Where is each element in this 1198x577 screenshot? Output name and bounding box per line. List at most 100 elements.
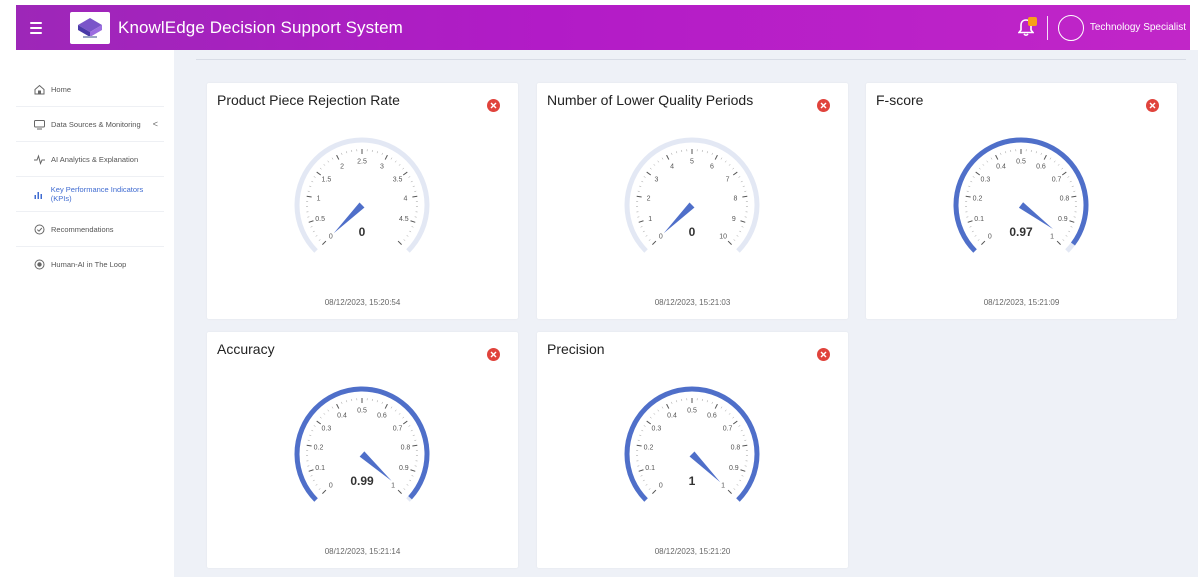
gauge-minor-tick — [1053, 160, 1056, 163]
gauge-minor-tick — [318, 239, 321, 241]
gauge-minor-tick — [724, 409, 727, 412]
gauge-minor-tick — [733, 239, 736, 241]
gauge-minor-tick — [978, 167, 981, 170]
gauge-major-tick — [646, 420, 652, 425]
sidebar: Home Data Sources & Monitoring < AI Anal… — [16, 50, 174, 577]
gauge-minor-tick — [408, 176, 411, 178]
gauge-tick-label: 3 — [654, 177, 658, 184]
gauge-major-tick — [638, 220, 644, 223]
gauge-tick-label: 0.4 — [337, 412, 347, 419]
top-header: KnowlEdge Decision Support System Techno… — [16, 5, 1190, 50]
gauge-minor-tick — [739, 479, 742, 482]
gauge-minor-tick — [403, 488, 406, 490]
gauge-minor-tick — [648, 488, 651, 490]
gauge-tick-label: 0.6 — [377, 412, 387, 419]
gauge-major-tick — [646, 171, 652, 176]
pulse-icon — [33, 153, 45, 165]
sidebar-item-human-ai[interactable]: Human-AI in The Loop — [16, 247, 164, 282]
gauge-minor-tick — [641, 180, 644, 183]
sidebar-item-ai-analytics[interactable]: AI Analytics & Explanation — [16, 142, 164, 177]
user-name[interactable]: Technology Specialist — [1090, 22, 1186, 33]
gauge-minor-tick — [740, 180, 743, 183]
gauge-tick-label: 0.9 — [729, 465, 739, 472]
gauge-minor-tick — [410, 180, 413, 183]
close-icon[interactable] — [487, 348, 500, 361]
gauge-minor-tick — [641, 429, 644, 432]
gauge-major-tick — [316, 171, 322, 176]
target-icon — [33, 259, 45, 271]
close-icon[interactable] — [1146, 99, 1159, 112]
header-divider — [1046, 15, 1048, 40]
gauge-major-tick — [397, 240, 402, 245]
sidebar-item-home[interactable]: Home — [16, 72, 164, 107]
user-avatar[interactable] — [1057, 14, 1084, 41]
gauge-minor-tick — [642, 479, 645, 482]
gauge-minor-tick — [671, 152, 673, 155]
gauge-major-tick — [965, 195, 971, 198]
gauge-minor-tick — [661, 406, 664, 409]
gauge-minor-tick — [649, 167, 652, 170]
close-icon[interactable] — [817, 348, 830, 361]
gauge-minor-tick — [390, 157, 393, 160]
gauge-minor-tick — [720, 157, 723, 160]
gauge-tick-label: 0.2 — [644, 445, 654, 452]
app-logo[interactable] — [70, 11, 110, 44]
gauge-major-tick — [732, 171, 738, 176]
gauge-minor-tick — [411, 226, 414, 228]
gauge-minor-tick — [313, 425, 316, 427]
gauge-tick-label: 0 — [659, 483, 663, 490]
sidebar-item-recommendations[interactable]: Recommendations — [16, 212, 164, 247]
gauge-major-tick — [1056, 240, 1061, 245]
card-timestamp: 08/12/2023, 15:21:14 — [324, 547, 401, 556]
close-icon[interactable] — [487, 99, 500, 112]
gauge-minor-tick — [309, 185, 312, 187]
gauge-tick-label: 0.8 — [731, 445, 741, 452]
gauge-tick-label: 3 — [380, 163, 384, 170]
gauge-minor-tick — [408, 425, 411, 427]
gauge-minor-tick — [313, 176, 316, 178]
gauge-tick-label: 0.5 — [1016, 159, 1026, 166]
gauge-minor-tick — [649, 416, 652, 419]
gauge-major-tick — [402, 420, 408, 425]
gauge-major-tick — [636, 195, 642, 198]
gauge-tick-label: 2.5 — [357, 159, 367, 166]
gauge-major-tick — [306, 444, 312, 447]
gauge-tick-label: 0.1 — [645, 465, 655, 472]
gauge-tick-label: 0.9 — [399, 465, 409, 472]
gauge-tick-label: 0.2 — [314, 445, 324, 452]
gauge-minor-tick — [639, 434, 642, 436]
menu-toggle-button[interactable] — [16, 5, 56, 50]
gauge-minor-tick — [412, 185, 415, 187]
sidebar-item-data-sources[interactable]: Data Sources & Monitoring < — [16, 107, 164, 142]
sidebar-item-kpis[interactable]: Key Performance Indicators (KPIs) — [16, 177, 164, 212]
gauge: 0 0.1 0.2 0.3 0.4 0.5 0.6 0.7 0.8 0.9 1 0.97 — [946, 131, 1096, 271]
chevron-left-icon[interactable]: < — [153, 119, 158, 129]
gauge-major-tick — [402, 171, 408, 176]
gauge-minor-tick — [341, 152, 343, 155]
gauge-major-tick — [397, 489, 402, 494]
kpi-card-accuracy: Accuracy 0 0.1 0.2 0.3 0.4 0.5 0.6 0.7 0.8 0.9 1 0.… — [207, 332, 518, 568]
app-title: KnowlEdge Decision Support System — [118, 17, 403, 37]
gauge-value: 0 — [689, 225, 696, 239]
gauge-minor-tick — [311, 429, 314, 432]
gauge-major-tick — [981, 240, 986, 245]
gauge-tick-label: 0.6 — [1036, 163, 1046, 170]
gauge-minor-tick — [676, 400, 678, 403]
gauge-minor-tick — [315, 235, 318, 237]
gauge-tick-label: 4.5 — [399, 216, 409, 223]
gauge-major-tick — [740, 220, 746, 223]
gauge-minor-tick — [1070, 226, 1073, 228]
gauge-tick-label: 1 — [391, 483, 395, 490]
gauge-tick-label: 7 — [726, 177, 730, 184]
gauge-minor-tick — [971, 230, 974, 233]
gauge-minor-tick — [742, 434, 745, 436]
notifications-button[interactable] — [1015, 16, 1037, 39]
sidebar-item-label: Home — [51, 84, 72, 94]
close-icon[interactable] — [817, 99, 830, 112]
gauge-tick-label: 0.7 — [393, 426, 403, 433]
gauge-major-tick — [336, 403, 340, 409]
gauge-minor-tick — [653, 413, 656, 415]
hamburger-line — [30, 31, 42, 34]
gauge-minor-tick — [728, 413, 731, 415]
gauge: 0 0.1 0.2 0.3 0.4 0.5 0.6 0.7 0.8 0.9 1 0.99 — [287, 380, 437, 520]
